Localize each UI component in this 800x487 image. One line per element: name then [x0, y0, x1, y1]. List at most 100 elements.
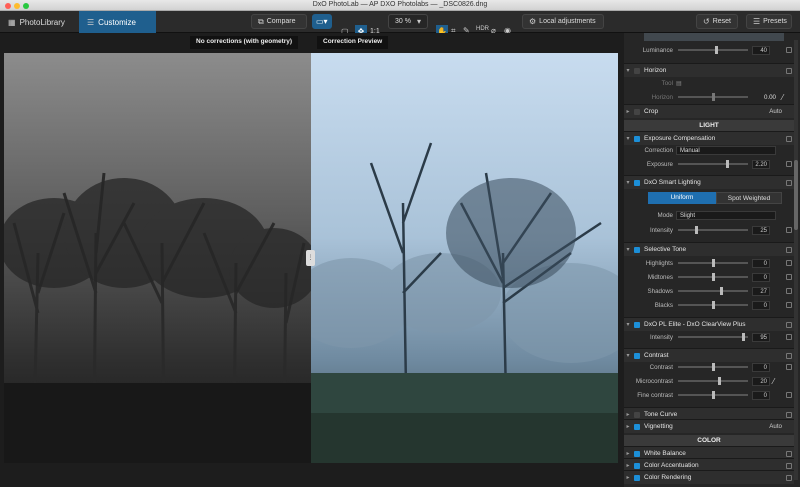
- original-image[interactable]: [4, 53, 311, 463]
- vignetting-section[interactable]: ▸ Vignetting Auto: [624, 419, 794, 433]
- color-accentuation-reset-icon[interactable]: [786, 462, 792, 469]
- palette-scroll-thumb[interactable]: [794, 160, 798, 230]
- wand-icon[interactable]: ⁄: [782, 93, 783, 102]
- clearview-section[interactable]: ▾ DxO PL Elite - DxO ClearView Plus: [624, 317, 794, 331]
- contrast-checkbox[interactable]: [634, 352, 640, 359]
- fine-contrast-reset-icon[interactable]: [786, 392, 792, 398]
- contrast-value[interactable]: 0: [752, 362, 770, 372]
- highlights-slider[interactable]: [678, 259, 748, 267]
- microcontrast-slider[interactable]: [678, 377, 748, 385]
- white-balance-checkbox[interactable]: [634, 450, 640, 457]
- smart-lighting-section[interactable]: ▾ DxO Smart Lighting: [624, 175, 794, 189]
- exposure-reset-icon[interactable]: [786, 135, 792, 142]
- blacks-slider[interactable]: [678, 301, 748, 309]
- selective-tone-reset-icon[interactable]: [786, 246, 792, 253]
- horizon-value[interactable]: 0.00: [748, 94, 778, 101]
- contrast-value-reset-icon[interactable]: [786, 364, 792, 370]
- tab-customize[interactable]: ☰ Customize: [79, 11, 156, 33]
- crop-section[interactable]: ▸ Crop Auto: [624, 104, 794, 118]
- shadows-value[interactable]: 27: [752, 286, 770, 296]
- horizon-checkbox[interactable]: [634, 67, 640, 74]
- uniform-button[interactable]: Uniform: [648, 192, 716, 204]
- color-rendering-checkbox[interactable]: [634, 474, 640, 481]
- smart-intensity-reset-icon[interactable]: [786, 227, 792, 233]
- exposure-checkbox[interactable]: [634, 135, 640, 142]
- clearview-checkbox[interactable]: [634, 321, 640, 328]
- contrast-reset-icon[interactable]: [786, 352, 792, 359]
- split-view-button[interactable]: ▭▾: [312, 14, 332, 29]
- shadows-knob[interactable]: [720, 287, 724, 295]
- vignetting-checkbox[interactable]: [634, 423, 640, 430]
- contrast-slider[interactable]: [678, 363, 748, 371]
- blacks-value[interactable]: 0: [752, 300, 770, 310]
- horizon-reset-icon[interactable]: [786, 67, 792, 74]
- light-group-header[interactable]: LIGHT: [624, 120, 794, 131]
- shadows-slider[interactable]: [678, 287, 748, 295]
- reset-button[interactable]: ↺ Reset: [696, 14, 738, 29]
- fine-contrast-value[interactable]: 0: [752, 390, 770, 400]
- split-divider-handle[interactable]: ⋮: [306, 250, 315, 266]
- corrected-image[interactable]: [311, 53, 618, 463]
- color-rendering-section[interactable]: ▸ Color Rendering: [624, 470, 794, 484]
- clearview-intensity-reset-icon[interactable]: [786, 334, 792, 340]
- crop-checkbox[interactable]: [634, 108, 640, 115]
- clearview-intensity-knob[interactable]: [741, 333, 745, 341]
- shadows-reset-icon[interactable]: [786, 288, 792, 294]
- horizon-knob[interactable]: [712, 93, 715, 101]
- fine-contrast-slider[interactable]: [678, 391, 748, 399]
- vignetting-value[interactable]: Auto: [769, 423, 782, 430]
- blacks-reset-icon[interactable]: [786, 302, 792, 308]
- spot-weighted-button[interactable]: Spot Weighted: [716, 192, 782, 204]
- exposure-value[interactable]: 2.20: [752, 159, 770, 169]
- midtones-knob[interactable]: [711, 273, 715, 281]
- blacks-knob[interactable]: [711, 301, 715, 309]
- exposure-knob[interactable]: [726, 160, 730, 168]
- luminance-knob[interactable]: [714, 46, 718, 54]
- compare-button[interactable]: ⧉ Compare: [251, 14, 307, 29]
- horizon-slider[interactable]: [678, 93, 748, 101]
- luminance-value[interactable]: 40: [752, 45, 770, 55]
- tone-curve-reset-icon[interactable]: [786, 411, 792, 418]
- microcontrast-value[interactable]: 20: [752, 376, 770, 386]
- smart-lighting-reset-icon[interactable]: [786, 179, 792, 186]
- exposure-slider[interactable]: [678, 160, 748, 168]
- contrast-knob[interactable]: [711, 363, 715, 371]
- selective-tone-section[interactable]: ▾ Selective Tone: [624, 242, 794, 256]
- clearview-intensity-slider[interactable]: [678, 333, 748, 341]
- white-balance-reset-icon[interactable]: [786, 450, 792, 457]
- clearview-intensity-value[interactable]: 95: [752, 332, 770, 342]
- midtones-value[interactable]: 0: [752, 272, 770, 282]
- crop-value[interactable]: Auto: [769, 108, 782, 115]
- horizon-tool-icon[interactable]: ▤: [676, 80, 682, 87]
- highlights-reset-icon[interactable]: [786, 260, 792, 266]
- color-group-header[interactable]: COLOR: [624, 435, 794, 446]
- clearview-reset-icon[interactable]: [786, 321, 792, 328]
- palette-scrollbar[interactable]: [794, 40, 798, 480]
- highlights-value[interactable]: 0: [752, 258, 770, 268]
- microcontrast-wand-icon[interactable]: ⁄: [773, 377, 774, 386]
- microcontrast-knob[interactable]: [718, 377, 722, 385]
- smart-intensity-value[interactable]: 25: [752, 225, 770, 235]
- local-adjustments-button[interactable]: ⚙ Local adjustments: [522, 14, 604, 29]
- highlights-knob[interactable]: [711, 259, 715, 267]
- fine-contrast-knob[interactable]: [711, 391, 715, 399]
- exposure-value-reset-icon[interactable]: [786, 161, 792, 167]
- correction-select[interactable]: Manual: [676, 145, 776, 155]
- mode-select[interactable]: Slight: [676, 210, 776, 220]
- luminance-reset-icon[interactable]: [786, 47, 792, 53]
- presets-button[interactable]: ☰ Presets: [746, 14, 792, 29]
- hdr-icon[interactable]: HDR: [476, 26, 489, 32]
- tab-photolibrary[interactable]: ▦ PhotoLibrary: [0, 11, 73, 33]
- color-accentuation-checkbox[interactable]: [634, 462, 640, 469]
- color-rendering-reset-icon[interactable]: [786, 474, 792, 481]
- midtones-reset-icon[interactable]: [786, 274, 792, 280]
- smart-lighting-checkbox[interactable]: [634, 179, 640, 186]
- tone-curve-checkbox[interactable]: [634, 411, 640, 418]
- smart-intensity-slider[interactable]: [678, 226, 748, 234]
- smart-intensity-knob[interactable]: [694, 226, 698, 234]
- zoom-select[interactable]: 30 % ▾: [388, 14, 428, 29]
- selective-tone-checkbox[interactable]: [634, 246, 640, 253]
- luminance-slider[interactable]: [678, 46, 748, 54]
- horizon-section[interactable]: ▾ Horizon: [624, 63, 794, 77]
- midtones-slider[interactable]: [678, 273, 748, 281]
